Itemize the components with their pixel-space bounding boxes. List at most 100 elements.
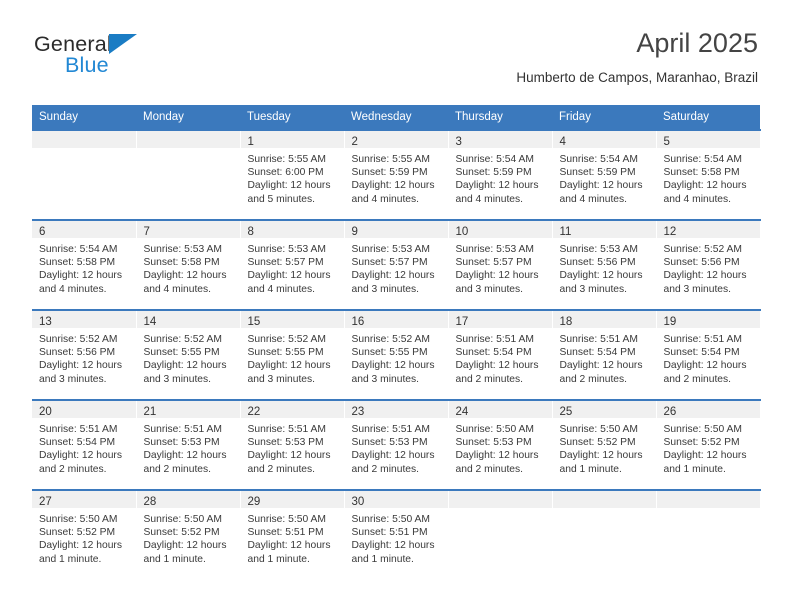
calendar-day-cell[interactable]: 27 Sunrise: 5:50 AM Sunset: 5:52 PM Dayligh… <box>32 489 137 579</box>
calendar-week-row: 13 Sunrise: 5:52 AM Sunset: 5:56 PM Dayligh… <box>32 309 761 400</box>
calendar-day-cell[interactable]: 9 Sunrise: 5:53 AM Sunset: 5:57 PM Daylight… <box>344 219 449 310</box>
calendar-day-cell[interactable]: 10 Sunrise: 5:53 AM Sunset: 5:57 PM Dayligh… <box>448 219 553 310</box>
day-cell-body: Sunrise: 5:53 AM Sunset: 5:57 PM Daylight:… <box>345 238 448 296</box>
calendar-day-cell[interactable]: 7 Sunrise: 5:53 AM Sunset: 5:58 PM Daylight… <box>136 219 241 310</box>
calendar-day-cell[interactable]: 12 Sunrise: 5:52 AM Sunset: 5:56 PM Dayligh… <box>656 219 761 310</box>
sunset-text: Sunset: 5:53 PM <box>351 437 428 449</box>
sunset-text: Sunset: 5:54 PM <box>559 347 636 359</box>
sunrise-text: Sunrise: 5:51 AM <box>143 424 222 435</box>
day-cell-body: Sunrise: 5:51 AM Sunset: 5:54 PM Daylight:… <box>32 418 136 476</box>
daylight-text-line1: Daylight: 12 hours <box>663 270 747 282</box>
sunrise-text: Sunrise: 5:51 AM <box>351 424 430 435</box>
calendar-day-cell[interactable]: 3 Sunrise: 5:54 AM Sunset: 5:59 PM Daylight… <box>448 129 553 220</box>
day-cell-body: Sunrise: 5:50 AM Sunset: 5:52 PM Daylight:… <box>137 508 240 566</box>
sunrise-text: Sunrise: 5:52 AM <box>39 334 118 345</box>
daylight-text-line1: Daylight: 12 hours <box>559 360 643 372</box>
sunset-text: Sunset: 5:52 PM <box>559 437 636 449</box>
daylight-text-line2: and 2 minutes. <box>663 373 732 385</box>
day-cell-body: Sunrise: 5:50 AM Sunset: 5:51 PM Daylight:… <box>241 508 344 566</box>
daylight-text-line2: and 3 minutes. <box>351 373 420 385</box>
calendar-day-cell[interactable]: 30 Sunrise: 5:50 AM Sunset: 5:51 PM Dayligh… <box>344 489 449 579</box>
daylight-text-line2: and 2 minutes. <box>455 463 524 475</box>
daylight-text-line1: Daylight: 12 hours <box>247 270 331 282</box>
day-number: 21 <box>143 406 157 418</box>
day-number-band: 6 <box>32 221 136 238</box>
daylight-text-line2: and 4 minutes. <box>247 283 316 295</box>
day-number-band: 1 <box>240 131 344 148</box>
day-cell-body: Sunrise: 5:50 AM Sunset: 5:52 PM Daylight:… <box>657 418 760 476</box>
day-cell-body: Sunrise: 5:54 AM Sunset: 5:59 PM Daylight:… <box>553 148 656 206</box>
daylight-text-line2: and 2 minutes. <box>39 463 107 475</box>
day-number: 26 <box>663 406 677 418</box>
daylight-text-line1: Daylight: 12 hours <box>351 360 435 372</box>
calendar-day-cell[interactable]: 29 Sunrise: 5:50 AM Sunset: 5:51 PM Dayligh… <box>240 489 345 579</box>
calendar-day-cell[interactable]: 28 Sunrise: 5:50 AM Sunset: 5:52 PM Dayligh… <box>136 489 241 579</box>
calendar-body: 1 Sunrise: 5:55 AM Sunset: 6:00 PM Daylight… <box>32 129 761 579</box>
calendar-day-cell[interactable]: 26 Sunrise: 5:50 AM Sunset: 5:52 PM Dayligh… <box>656 399 761 490</box>
sunrise-text: Sunrise: 5:53 AM <box>351 244 430 255</box>
day-cell-body: Sunrise: 5:54 AM Sunset: 5:58 PM Daylight:… <box>657 148 760 206</box>
daylight-text-line2: and 2 minutes. <box>351 463 420 475</box>
day-number-band: 25 <box>552 401 656 418</box>
day-number: 14 <box>143 316 157 328</box>
day-number-band: 23 <box>344 401 448 418</box>
sunset-text: Sunset: 5:53 PM <box>143 437 220 449</box>
calendar-day-cell[interactable]: 14 Sunrise: 5:52 AM Sunset: 5:55 PM Dayligh… <box>136 309 241 400</box>
calendar-day-cell[interactable]: 15 Sunrise: 5:52 AM Sunset: 5:55 PM Dayligh… <box>240 309 345 400</box>
calendar-day-cell[interactable]: 20 Sunrise: 5:51 AM Sunset: 5:54 PM Dayligh… <box>32 399 137 490</box>
calendar-day-cell[interactable]: 25 Sunrise: 5:50 AM Sunset: 5:52 PM Dayligh… <box>552 399 657 490</box>
calendar-empty-cell <box>656 489 761 579</box>
sunset-text: Sunset: 5:54 PM <box>663 347 740 359</box>
sunrise-text: Sunrise: 5:50 AM <box>39 514 118 525</box>
calendar-day-cell[interactable]: 6 Sunrise: 5:54 AM Sunset: 5:58 PM Daylight… <box>32 219 137 310</box>
calendar-day-cell[interactable]: 8 Sunrise: 5:53 AM Sunset: 5:57 PM Daylight… <box>240 219 345 310</box>
day-number: 28 <box>143 496 157 508</box>
calendar-day-cell[interactable]: 13 Sunrise: 5:52 AM Sunset: 5:56 PM Dayligh… <box>32 309 137 400</box>
daylight-text-line2: and 2 minutes. <box>455 373 524 385</box>
sunrise-text: Sunrise: 5:55 AM <box>351 154 430 165</box>
calendar-day-cell[interactable]: 5 Sunrise: 5:54 AM Sunset: 5:58 PM Daylight… <box>656 129 761 220</box>
calendar-day-cell[interactable]: 23 Sunrise: 5:51 AM Sunset: 5:53 PM Dayligh… <box>344 399 449 490</box>
sunrise-text: Sunrise: 5:50 AM <box>559 424 638 435</box>
sunset-text: Sunset: 5:57 PM <box>351 257 428 269</box>
sunset-text: Sunset: 5:57 PM <box>247 257 324 269</box>
day-number-band: 5 <box>656 131 760 148</box>
day-number-band: 12 <box>656 221 760 238</box>
calendar-day-cell[interactable]: 24 Sunrise: 5:50 AM Sunset: 5:53 PM Dayligh… <box>448 399 553 490</box>
sunset-text: Sunset: 5:53 PM <box>455 437 532 449</box>
calendar-day-cell[interactable]: 1 Sunrise: 5:55 AM Sunset: 6:00 PM Daylight… <box>240 129 345 220</box>
calendar-day-cell[interactable]: 4 Sunrise: 5:54 AM Sunset: 5:59 PM Daylight… <box>552 129 657 220</box>
calendar-day-cell[interactable]: 11 Sunrise: 5:53 AM Sunset: 5:56 PM Dayligh… <box>552 219 657 310</box>
sunrise-text: Sunrise: 5:51 AM <box>247 424 326 435</box>
day-cell-body: Sunrise: 5:53 AM Sunset: 5:57 PM Daylight:… <box>449 238 552 296</box>
sunrise-text: Sunrise: 5:53 AM <box>143 244 222 255</box>
day-number: 1 <box>247 136 254 148</box>
daylight-text-line2: and 2 minutes. <box>247 463 316 475</box>
sunset-text: Sunset: 5:58 PM <box>143 257 220 269</box>
calendar-day-cell[interactable]: 22 Sunrise: 5:51 AM Sunset: 5:53 PM Dayligh… <box>240 399 345 490</box>
day-cell-body: Sunrise: 5:51 AM Sunset: 5:54 PM Daylight:… <box>553 328 656 386</box>
calendar-day-cell[interactable]: 18 Sunrise: 5:51 AM Sunset: 5:54 PM Dayligh… <box>552 309 657 400</box>
calendar-day-cell[interactable]: 2 Sunrise: 5:55 AM Sunset: 5:59 PM Daylight… <box>344 129 449 220</box>
day-number-band: 13 <box>32 311 136 328</box>
calendar-day-cell[interactable]: 16 Sunrise: 5:52 AM Sunset: 5:55 PM Dayligh… <box>344 309 449 400</box>
day-number-band: 8 <box>240 221 344 238</box>
day-cell-body: Sunrise: 5:51 AM Sunset: 5:54 PM Daylight:… <box>449 328 552 386</box>
day-number-band: 16 <box>344 311 448 328</box>
sunrise-text: Sunrise: 5:54 AM <box>663 154 742 165</box>
sunset-text: Sunset: 5:59 PM <box>351 167 428 179</box>
logo-text-blue: Blue <box>65 53 109 77</box>
daylight-text-line2: and 1 minute. <box>39 553 102 565</box>
calendar-empty-cell <box>32 129 137 220</box>
calendar-day-cell[interactable]: 21 Sunrise: 5:51 AM Sunset: 5:53 PM Dayligh… <box>136 399 241 490</box>
sunrise-text: Sunrise: 5:52 AM <box>351 334 430 345</box>
calendar-day-cell[interactable]: 17 Sunrise: 5:51 AM Sunset: 5:54 PM Dayligh… <box>448 309 553 400</box>
calendar-empty-cell <box>136 129 241 220</box>
sunrise-text: Sunrise: 5:52 AM <box>143 334 222 345</box>
sunset-text: Sunset: 5:56 PM <box>39 347 116 359</box>
calendar-day-cell[interactable]: 19 Sunrise: 5:51 AM Sunset: 5:54 PM Dayligh… <box>656 309 761 400</box>
day-cell-body: Sunrise: 5:53 AM Sunset: 5:58 PM Daylight:… <box>137 238 240 296</box>
day-cell-body: Sunrise: 5:52 AM Sunset: 5:55 PM Daylight:… <box>241 328 344 386</box>
daylight-text-line1: Daylight: 12 hours <box>351 270 435 282</box>
day-number-band: 7 <box>136 221 240 238</box>
